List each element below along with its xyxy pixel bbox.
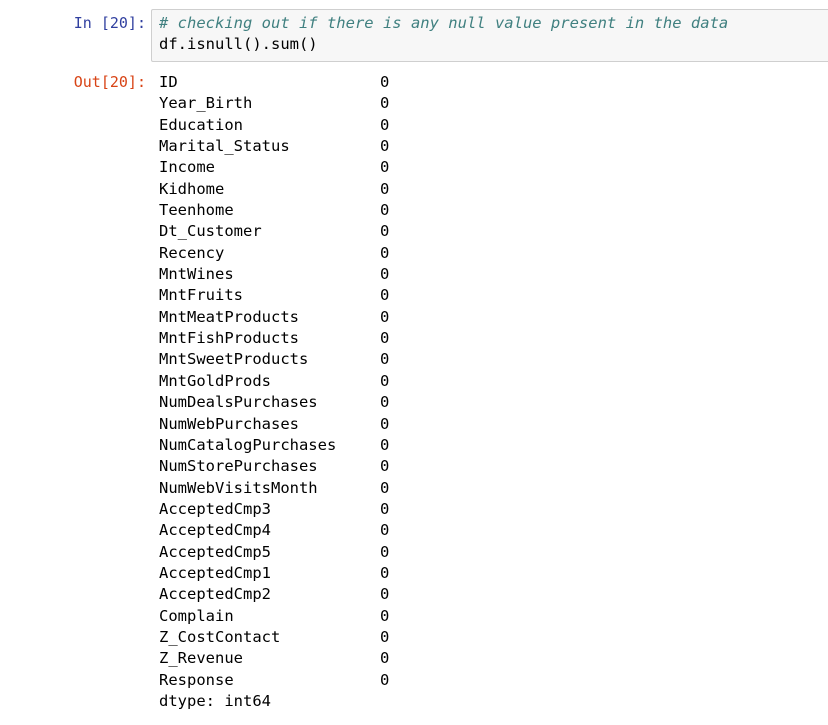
column-name: Education <box>159 115 243 134</box>
column-name: Kidhome <box>159 179 225 198</box>
series-row: NumWebPurchases 0 <box>159 414 819 435</box>
series-row: Complain 0 <box>159 606 819 627</box>
column-name: NumCatalogPurchases <box>159 435 337 454</box>
series-row: Education 0 <box>159 115 819 136</box>
column-name: Z_CostContact <box>159 627 281 646</box>
column-name: Marital_Status <box>159 137 290 156</box>
null-count-value: 0 <box>380 115 390 134</box>
null-count-value: 0 <box>380 222 390 241</box>
series-row: MntFishProducts 0 <box>159 328 819 349</box>
null-count-value: 0 <box>380 137 390 156</box>
null-count-value: 0 <box>380 243 390 262</box>
output-area: ID 0 Year_Birth 0 Education 0 Marital_Status 0 I… <box>159 72 819 712</box>
column-name: MntFishProducts <box>159 329 299 348</box>
null-count-value: 0 <box>380 435 390 454</box>
column-name: AcceptedCmp4 <box>159 521 271 540</box>
series-row: MntSweetProducts 0 <box>159 349 819 370</box>
null-count-value: 0 <box>380 649 390 668</box>
column-name: MntMeatProducts <box>159 307 299 326</box>
series-row: Kidhome 0 <box>159 179 819 200</box>
series-row: NumCatalogPurchases 0 <box>159 435 819 456</box>
series-row: Z_CostContact 0 <box>159 627 819 648</box>
series-row: Teenhome 0 <box>159 200 819 221</box>
series-row: NumStorePurchases 0 <box>159 456 819 477</box>
null-count-value: 0 <box>380 393 390 412</box>
series-row: Year_Birth 0 <box>159 93 819 114</box>
null-count-value: 0 <box>380 478 390 497</box>
series-row: Income 0 <box>159 157 819 178</box>
null-count-value: 0 <box>380 158 390 177</box>
series-row: Dt_Customer 0 <box>159 221 819 242</box>
column-name: AcceptedCmp2 <box>159 585 271 604</box>
code-input-area[interactable]: # checking out if there is any null valu… <box>151 9 828 62</box>
series-row: MntMeatProducts 0 <box>159 307 819 328</box>
series-row: AcceptedCmp2 0 <box>159 584 819 605</box>
series-row: Z_Revenue 0 <box>159 648 819 669</box>
series-row: AcceptedCmp4 0 <box>159 520 819 541</box>
series-row: MntFruits 0 <box>159 285 819 306</box>
null-count-value: 0 <box>380 670 390 689</box>
null-count-value: 0 <box>380 606 390 625</box>
column-name: MntWines <box>159 265 234 284</box>
column-name: Year_Birth <box>159 94 253 113</box>
column-name: MntGoldProds <box>159 371 271 390</box>
series-row: AcceptedCmp5 0 <box>159 542 819 563</box>
null-count-value: 0 <box>380 201 390 220</box>
column-name: NumStorePurchases <box>159 457 318 476</box>
null-count-value: 0 <box>380 563 390 582</box>
series-row: AcceptedCmp1 0 <box>159 563 819 584</box>
series-row: NumWebVisitsMonth 0 <box>159 478 819 499</box>
null-count-value: 0 <box>380 585 390 604</box>
series-row: MntWines 0 <box>159 264 819 285</box>
series-row: AcceptedCmp3 0 <box>159 499 819 520</box>
column-name: Dt_Customer <box>159 222 262 241</box>
series-row: Marital_Status 0 <box>159 136 819 157</box>
column-name: Z_Revenue <box>159 649 243 668</box>
null-count-value: 0 <box>380 286 390 305</box>
column-name: Income <box>159 158 215 177</box>
series-row: NumDealsPurchases 0 <box>159 392 819 413</box>
output-prompt: Out[20]: <box>73 73 146 91</box>
null-count-value: 0 <box>380 73 390 91</box>
null-count-value: 0 <box>380 457 390 476</box>
column-name: Complain <box>159 606 234 625</box>
null-count-value: 0 <box>380 521 390 540</box>
null-count-value: 0 <box>380 94 390 113</box>
column-name: MntSweetProducts <box>159 350 309 369</box>
null-count-value: 0 <box>380 414 390 433</box>
input-prompt: In [20]: <box>73 14 146 32</box>
code-expression: df.isnull().sum() <box>159 35 318 53</box>
column-name: ID <box>159 73 178 91</box>
null-count-value: 0 <box>380 350 390 369</box>
column-name: AcceptedCmp5 <box>159 542 271 561</box>
null-count-value: 0 <box>380 627 390 646</box>
code-comment: # checking out if there is any null valu… <box>159 14 729 32</box>
column-name: NumWebPurchases <box>159 414 299 433</box>
series-row: Response 0 <box>159 670 819 691</box>
column-name: AcceptedCmp3 <box>159 499 271 518</box>
null-count-value: 0 <box>380 499 390 518</box>
series-row: ID 0 <box>159 72 819 93</box>
series-row: Recency 0 <box>159 243 819 264</box>
null-count-series: ID 0 Year_Birth 0 Education 0 Marital_Status 0 I… <box>159 72 819 691</box>
column-name: Response <box>159 670 234 689</box>
column-name: NumWebVisitsMonth <box>159 478 318 497</box>
null-count-value: 0 <box>380 329 390 348</box>
null-count-value: 0 <box>380 265 390 284</box>
column-name: Recency <box>159 243 225 262</box>
column-name: MntFruits <box>159 286 243 305</box>
dtype-label: dtype: int64 <box>159 691 271 710</box>
null-count-value: 0 <box>380 371 390 390</box>
column-name: Teenhome <box>159 201 234 220</box>
null-count-value: 0 <box>380 542 390 561</box>
series-row: MntGoldProds 0 <box>159 371 819 392</box>
column-name: NumDealsPurchases <box>159 393 318 412</box>
null-count-value: 0 <box>380 179 390 198</box>
column-name: AcceptedCmp1 <box>159 563 271 582</box>
null-count-value: 0 <box>380 307 390 326</box>
